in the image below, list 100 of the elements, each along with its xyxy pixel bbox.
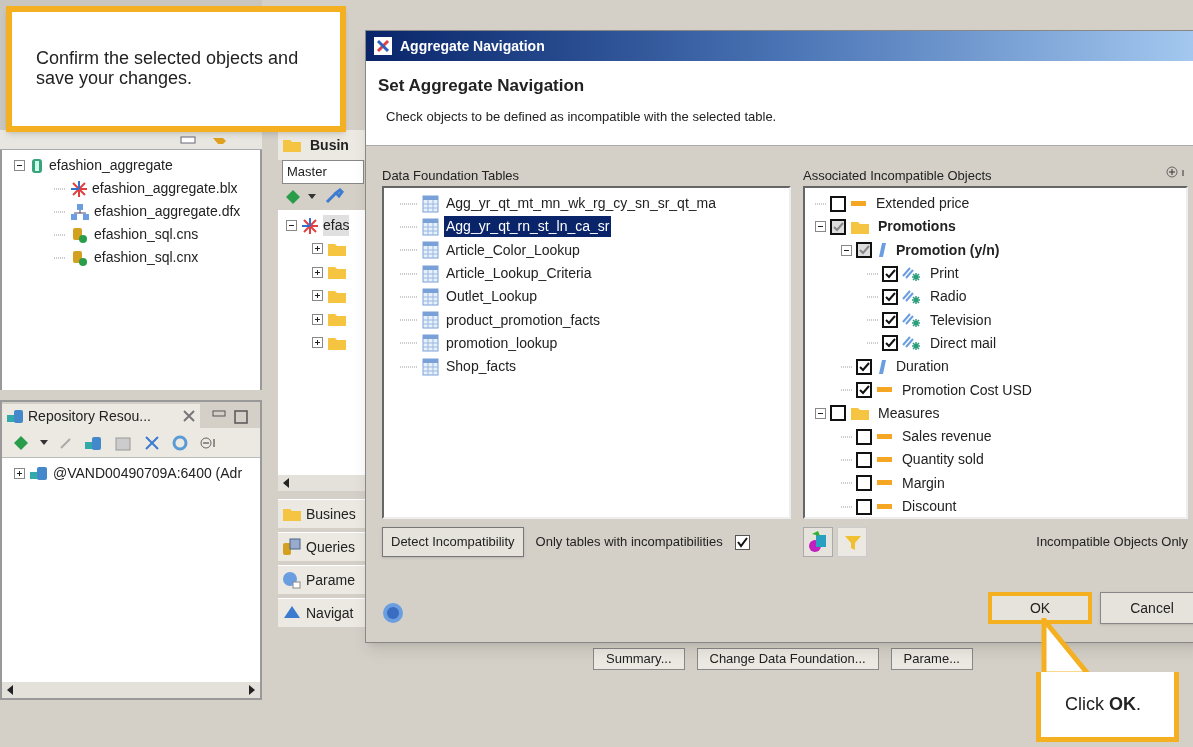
attribute-icon [901, 312, 922, 329]
tree-item[interactable]: Quantity sold [901, 449, 984, 471]
tree-item[interactable]: efashion_aggregate.blx [92, 178, 238, 199]
caret-icon[interactable] [308, 194, 316, 200]
collapse-icon[interactable] [814, 221, 826, 233]
tree-item[interactable]: efashion_sql.cns [94, 224, 199, 245]
view-field[interactable]: Master [282, 160, 364, 184]
scroll-right-icon[interactable] [248, 685, 256, 695]
table-item[interactable]: Shop_facts [444, 356, 519, 378]
maximize-icon[interactable] [234, 410, 248, 424]
tree-item[interactable]: Television [929, 309, 992, 331]
minimize-icon[interactable] [212, 410, 226, 420]
tree-item[interactable]: efas [323, 215, 350, 236]
panel-tab[interactable]: Busines [278, 499, 368, 528]
tree-item[interactable]: efashion_aggregate.dfx [94, 201, 241, 222]
minimize-icon[interactable] [180, 135, 196, 144]
tree-connector [400, 319, 418, 322]
table-item[interactable]: Outlet_Lookup [444, 286, 540, 308]
toolbar-button[interactable]: Parame... [890, 648, 973, 670]
caret-icon[interactable] [40, 439, 48, 446]
panel-tab[interactable]: Queries [278, 532, 368, 561]
attribute-icon [901, 288, 922, 305]
tree-item[interactable]: Promotion (y/n) [895, 239, 1000, 261]
project-icon [29, 156, 45, 175]
checkbox[interactable] [829, 195, 846, 212]
tree-item[interactable]: efashion_aggregate [49, 155, 173, 176]
tree-connector [400, 225, 418, 228]
tree-item[interactable]: efashion_sql.cnx [94, 247, 199, 268]
table-icon [422, 264, 440, 283]
tree-connector [54, 210, 66, 213]
diagram-icon [70, 202, 90, 221]
tree-connector [400, 272, 418, 275]
checkbox[interactable] [855, 428, 872, 445]
table-icon [422, 357, 440, 376]
close-icon[interactable] [182, 409, 196, 423]
tree-item[interactable]: Extended price [875, 193, 970, 215]
tree-item[interactable]: Duration [895, 356, 949, 378]
table-item[interactable]: Article_Lookup_Criteria [444, 263, 594, 285]
toolbar-button[interactable]: Change Data Foundation... [696, 648, 879, 670]
detect-button[interactable]: Detect Incompatibility [382, 527, 524, 557]
expand-icon[interactable] [312, 313, 323, 325]
panel-tab[interactable]: Navigat [278, 598, 368, 627]
checkbox[interactable] [829, 405, 846, 422]
measure-icon [875, 454, 894, 465]
tree-item[interactable]: Margin [901, 472, 945, 494]
dialog-button[interactable]: Cancel [1100, 592, 1193, 624]
table-icon [422, 217, 440, 236]
collapse-icon[interactable] [286, 220, 297, 231]
database-icon[interactable] [84, 434, 102, 451]
attribute-icon [901, 265, 922, 282]
tree-item[interactable]: Discount [901, 496, 957, 517]
tree-item[interactable]: Promotion Cost USD [901, 379, 1032, 401]
table-item[interactable]: Article_Color_Lookup [444, 239, 582, 261]
folder-icon [282, 137, 302, 153]
shapes-icon[interactable] [802, 527, 833, 557]
measure-icon [875, 431, 894, 442]
table-icon [422, 311, 440, 330]
tree-item[interactable]: Sales revenue [901, 426, 992, 448]
tree-connector [840, 458, 852, 461]
scroll-left-icon[interactable] [282, 478, 290, 488]
expand-icon[interactable] [312, 337, 323, 349]
repository-tab[interactable]: Repository Resou... [2, 404, 200, 428]
add-icon[interactable] [14, 435, 28, 450]
checkbox[interactable] [855, 475, 872, 492]
connection-icon [70, 248, 90, 267]
collapse-icon[interactable] [840, 244, 852, 256]
toolbar-button[interactable]: Summary... [593, 648, 685, 670]
tree-connector [400, 295, 418, 298]
tree-item[interactable]: Radio [929, 286, 967, 308]
expand-icon[interactable] [312, 266, 323, 278]
help-icon[interactable] [382, 602, 404, 624]
tree-item[interactable]: Print [929, 263, 959, 285]
checkbox[interactable] [734, 534, 750, 550]
tree-item[interactable]: Direct mail [929, 332, 997, 354]
table-item[interactable]: promotion_lookup [444, 332, 560, 354]
tree-item[interactable]: Measures [877, 402, 940, 424]
table-item[interactable]: Agg_yr_qt_rn_st_ln_ca_sr [444, 216, 612, 238]
star-icon [70, 179, 88, 198]
checkbox[interactable] [855, 498, 872, 515]
expand-icon[interactable] [14, 467, 25, 479]
tree-item[interactable]: @VAND00490709A:6400 (Adr [53, 462, 243, 484]
collapse-icon[interactable] [14, 160, 25, 171]
close-icon[interactable] [144, 434, 160, 451]
measure-icon [875, 385, 894, 395]
tree-connector [54, 187, 66, 190]
tree-connector [866, 319, 878, 322]
dialog-button[interactable]: OK [988, 592, 1092, 624]
business-layer-tab[interactable]: Busin [278, 130, 368, 160]
tree-item[interactable]: Promotions [877, 216, 956, 238]
expand-icon[interactable] [312, 243, 323, 255]
scroll-left-icon[interactable] [6, 685, 14, 695]
connection-icon [70, 225, 90, 244]
collapse-icon[interactable] [814, 407, 826, 419]
expand-icon[interactable] [312, 290, 323, 302]
table-item[interactable]: Agg_yr_qt_mt_mn_wk_rg_cy_sn_sr_qt_ma [444, 193, 719, 215]
panel-tab[interactable]: Parame [278, 565, 368, 594]
tree-connector [54, 256, 66, 259]
wrench-icon[interactable] [324, 188, 344, 206]
table-item[interactable]: product_promotion_facts [444, 309, 603, 331]
checkbox[interactable] [855, 451, 872, 468]
